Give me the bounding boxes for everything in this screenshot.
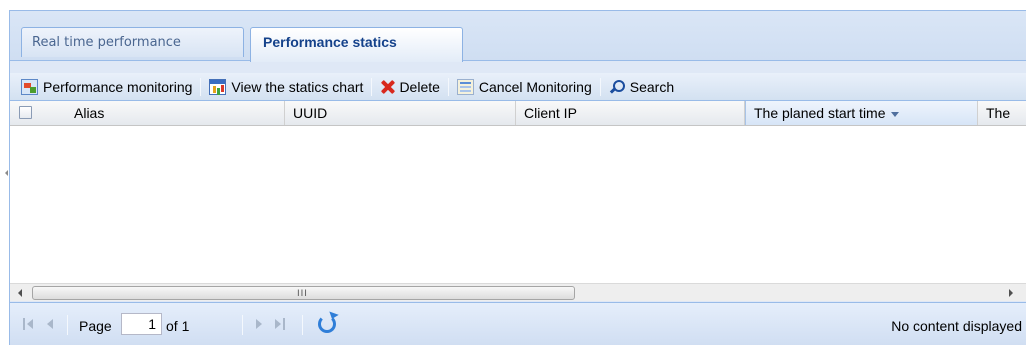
performance-panel: Real time performance Performance static…	[9, 10, 1026, 345]
column-header-client-ip[interactable]: Client IP	[516, 101, 745, 125]
refresh-icon[interactable]	[315, 312, 337, 334]
first-page-icon[interactable]	[23, 316, 35, 334]
toolbar-separator	[371, 77, 373, 96]
scrollbar-thumb[interactable]: III	[32, 286, 575, 300]
column-header-planed-start-time-label: The planed start time	[754, 105, 886, 121]
next-page-icon[interactable]	[254, 316, 264, 334]
cancel-monitoring-label: Cancel Monitoring	[478, 78, 592, 95]
scroll-right-icon[interactable]	[1009, 289, 1013, 297]
sort-descending-icon[interactable]	[890, 111, 899, 117]
search-label: Search	[629, 78, 675, 95]
grid-header: Alias UUID Client IP The planed start ti…	[10, 101, 1026, 126]
column-header-alias[interactable]: Alias	[58, 101, 285, 125]
performance-monitoring-label: Performance monitoring	[43, 78, 193, 95]
paging-status: No content displayed	[891, 318, 1022, 334]
cancel-monitoring-icon	[456, 78, 474, 95]
performance-monitoring-icon	[21, 78, 38, 95]
select-all-checkbox[interactable]	[19, 106, 32, 119]
pager-separator	[302, 315, 303, 335]
grid-body	[10, 126, 1026, 283]
pager-separator	[242, 315, 243, 335]
last-page-icon[interactable]	[275, 316, 287, 334]
paging-toolbar: Page of 1 No content displayed	[10, 302, 1026, 345]
collapse-arrow-icon	[5, 166, 8, 180]
previous-page-icon[interactable]	[45, 316, 55, 334]
page-count-label: of 1	[166, 318, 190, 334]
chart-icon	[209, 78, 227, 95]
tab-strip: Real time performance Performance static…	[10, 11, 1026, 62]
tab-real-time-performance[interactable]: Real time performance	[21, 27, 244, 57]
page-label: Page	[79, 318, 112, 334]
search-icon	[609, 79, 625, 95]
scroll-left-icon[interactable]	[18, 289, 22, 297]
view-statics-chart-label: View the statics chart	[231, 78, 364, 95]
select-all-header	[10, 101, 58, 125]
toolbar-separator	[200, 77, 202, 96]
page-number-input[interactable]	[121, 313, 162, 335]
toolbar-separator	[599, 77, 601, 96]
cancel-monitoring-button[interactable]: Cancel Monitoring	[456, 76, 592, 98]
scrollbar-grip: III	[297, 289, 308, 299]
toolbar-separator	[447, 77, 449, 96]
column-header-planed-start-time[interactable]: The planed start time	[745, 101, 978, 125]
tab-performance-statics[interactable]: Performance statics	[250, 27, 463, 62]
collapse-handle[interactable]	[0, 0, 8, 345]
delete-button[interactable]: Delete	[380, 76, 439, 98]
search-button[interactable]: Search	[609, 76, 674, 98]
view-statics-chart-button[interactable]: View the statics chart	[209, 76, 363, 98]
delete-label: Delete	[399, 78, 440, 95]
column-header-uuid[interactable]: UUID	[285, 101, 516, 125]
pager-separator	[67, 315, 68, 335]
column-header-the[interactable]: The	[978, 101, 1026, 125]
performance-monitoring-button[interactable]: Performance monitoring	[21, 76, 192, 98]
action-toolbar: Performance monitoring View the statics …	[10, 73, 1026, 101]
horizontal-scrollbar[interactable]: III	[10, 283, 1026, 301]
delete-icon	[380, 79, 394, 95]
